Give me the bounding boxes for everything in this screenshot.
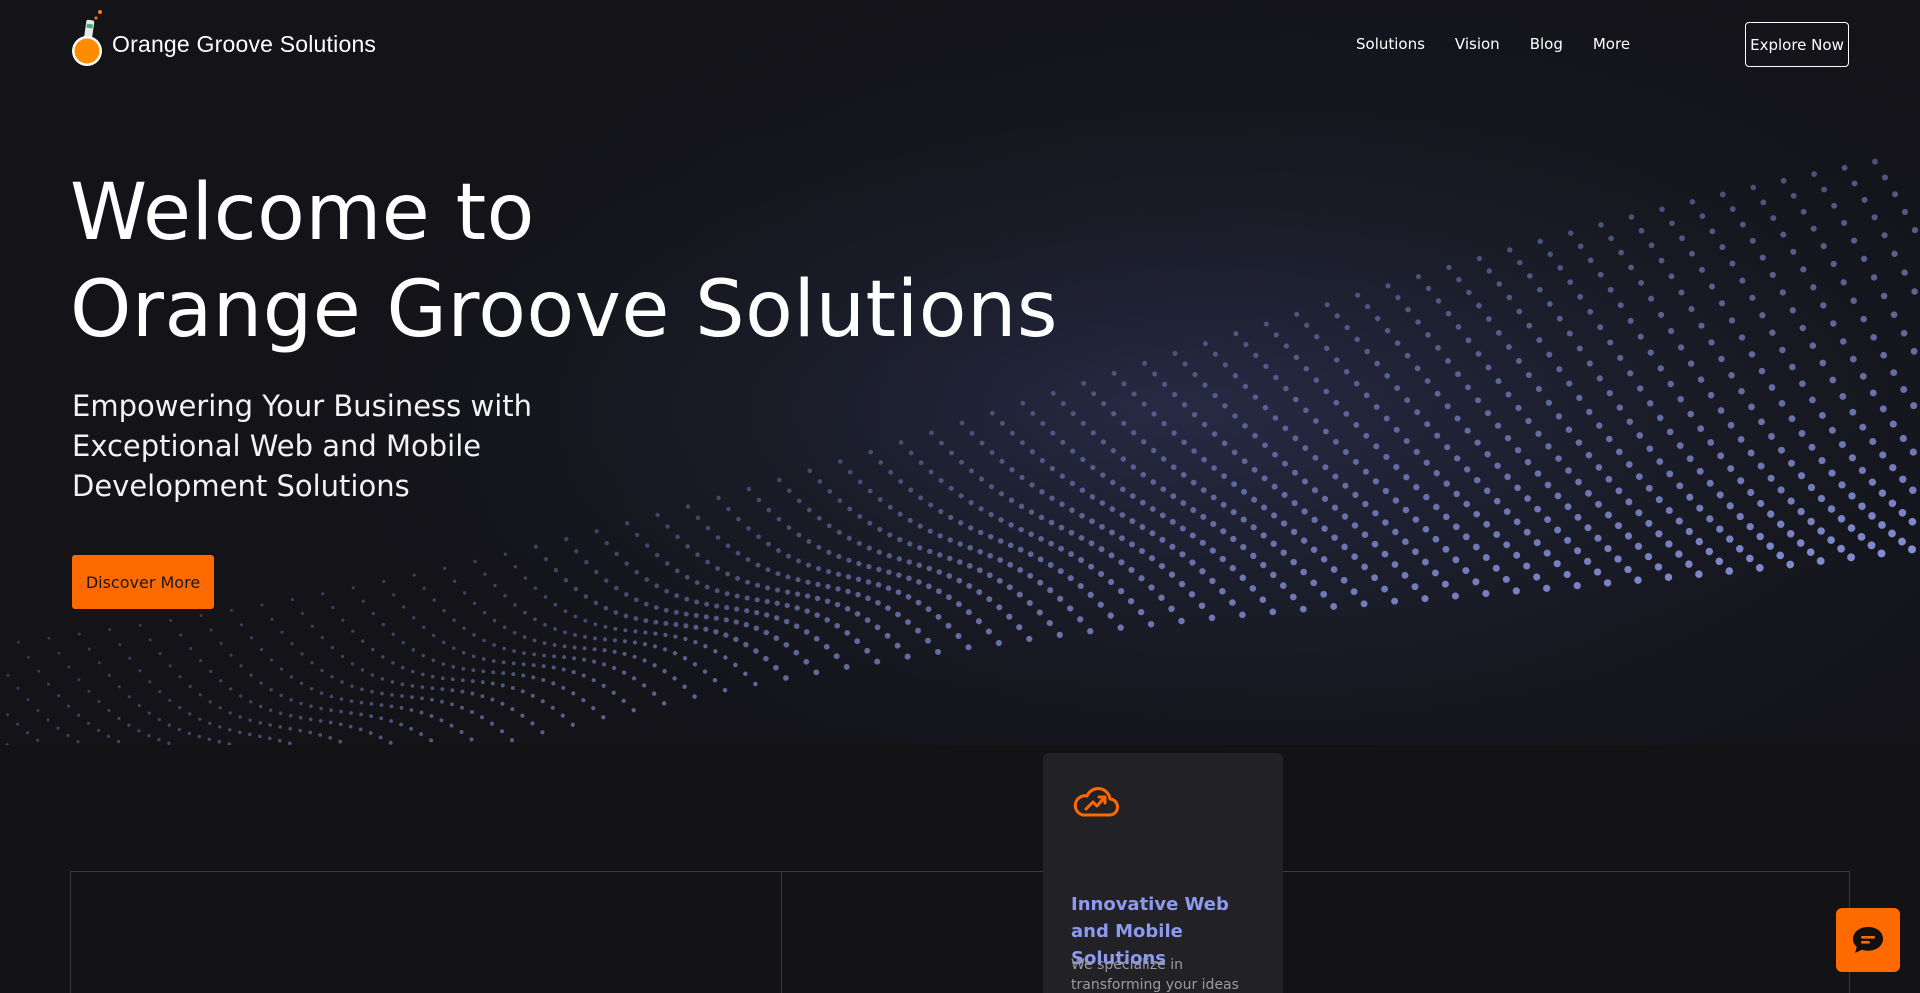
service-card[interactable]: Innovative Web and Mobile Solutions We s… xyxy=(1043,753,1283,993)
site-header: Orange Groove Solutions Solutions Vision… xyxy=(0,0,1920,90)
hero-subtitle: Empowering Your Business with Exceptiona… xyxy=(72,389,533,503)
nav-item-blog[interactable]: Blog xyxy=(1530,35,1563,53)
card-text: We specialize in transforming your ideas xyxy=(1071,957,1239,993)
hero-section: Orange Groove Solutions Solutions Vision… xyxy=(0,0,1920,745)
chat-button[interactable] xyxy=(1836,908,1900,972)
services-grid-frame xyxy=(70,871,1850,993)
particle-wave-background xyxy=(0,0,1920,745)
brand-name[interactable]: Orange Groove Solutions xyxy=(112,31,376,58)
cloud-growth-icon xyxy=(1073,787,1119,817)
logo-icon[interactable] xyxy=(70,6,106,70)
nav-item-solutions[interactable]: Solutions xyxy=(1356,35,1425,53)
nav-item-vision[interactable]: Vision xyxy=(1455,35,1500,53)
main-nav: Solutions Vision Blog More xyxy=(1356,35,1660,53)
discover-more-button[interactable]: Discover More xyxy=(72,555,214,609)
hero-title: Welcome to Orange Groove Solutions xyxy=(70,165,1170,359)
nav-item-more[interactable]: More xyxy=(1593,35,1630,53)
grid-divider xyxy=(781,871,782,993)
chat-icon xyxy=(1853,927,1883,953)
hero-title-line2: Orange Groove Solutions xyxy=(70,265,1059,355)
hero-title-line1: Welcome to xyxy=(70,168,535,258)
explore-now-button[interactable]: Explore Now xyxy=(1745,22,1849,67)
